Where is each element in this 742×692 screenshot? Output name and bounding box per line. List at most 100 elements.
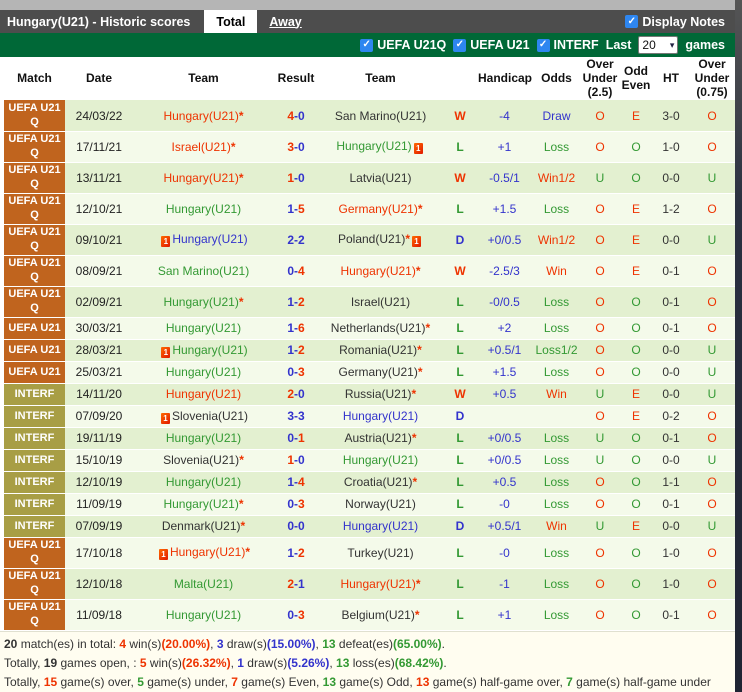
odds-result-cell <box>532 405 581 428</box>
score-cell: 2-0 <box>274 383 318 406</box>
away-team-cell: Hungary(U21) <box>318 449 443 472</box>
over-under-075-cell: U <box>689 515 735 538</box>
table-row: INTERF 15/10/19 Slovenia(U21)* 1-0 Hungary(U… <box>4 449 735 472</box>
handicap-cell: +2 <box>477 317 532 340</box>
home-score: 2 <box>287 387 294 402</box>
away-score: 3 <box>298 497 305 512</box>
odds-result-cell: Win <box>532 255 581 287</box>
home-team-cell: 1 Hungary(U21)* <box>133 537 274 569</box>
match-type-cell: INTERF <box>4 471 65 494</box>
result-letter-cell: L <box>443 599 477 631</box>
result-letter-cell: D <box>443 515 477 538</box>
red-card-icon: 1 <box>161 236 171 248</box>
date-cell: 15/10/19 <box>65 449 133 472</box>
date-cell: 12/10/19 <box>65 471 133 494</box>
over-under-075-cell: O <box>689 193 735 225</box>
handicap-cell: +0.5/1 <box>477 339 532 362</box>
tab-total[interactable]: Total <box>204 10 258 33</box>
away-team-cell: Romania(U21)* <box>318 339 443 362</box>
score-cell: 0-1 <box>274 427 318 450</box>
date-cell: 08/09/21 <box>65 255 133 287</box>
home-score: 0 <box>287 365 294 380</box>
table-row: UEFA U21 Q 11/09/18 Hungary(U21) 0-3 Belgium… <box>4 599 735 631</box>
games-label: games <box>685 38 725 52</box>
summary-segment: . <box>441 636 445 651</box>
home-team-cell: Hungary(U21) <box>133 427 274 450</box>
interf-checkbox-icon[interactable]: ✓ <box>536 38 550 52</box>
odds-result-cell: Loss <box>532 471 581 494</box>
over-under-075-cell: O <box>689 100 735 132</box>
score-cell: 0-4 <box>274 255 318 287</box>
half-time-score-cell: 0-0 <box>653 339 689 362</box>
home-score: 1 <box>287 201 294 216</box>
team-star: * <box>414 607 420 622</box>
table-row: INTERF 12/10/19 Hungary(U21) 1-4 Croatia(U21… <box>4 471 735 494</box>
over-under-075-cell: O <box>689 405 735 428</box>
odd-even-cell: E <box>619 405 653 428</box>
home-team-cell: San Marino(U21) <box>133 255 274 287</box>
uefa-u21-checkbox-icon[interactable]: ✓ <box>453 38 467 52</box>
over-under-075-cell: O <box>689 537 735 569</box>
last-games-select[interactable]: 20 ▾ <box>638 36 679 54</box>
odd-even-cell: O <box>619 493 653 516</box>
team-name: Hungary(U21) <box>169 545 246 560</box>
match-type-cell: UEFA U21 <box>4 317 65 340</box>
match-type-cell: UEFA U21 Q <box>4 193 65 225</box>
score-cell: 1-2 <box>274 339 318 362</box>
odd-even-cell: E <box>619 193 653 225</box>
tab-away[interactable]: Away <box>257 10 313 33</box>
uefa-u21q-checkbox-icon[interactable]: ✓ <box>360 38 374 52</box>
team-star: * <box>412 475 418 490</box>
table-row: UEFA U21 Q 12/10/21 Hungary(U21) 1-5 Germany… <box>4 193 735 225</box>
over-under-075-cell: O <box>689 131 735 163</box>
match-type-cell: UEFA U21 Q <box>4 131 65 163</box>
odds-result-cell: Loss <box>532 427 581 450</box>
home-team-cell: Malta(U21) <box>133 568 274 600</box>
handicap-cell: -2.5/3 <box>477 255 532 287</box>
match-type-cell: UEFA U21 Q <box>4 568 65 600</box>
odds-result-cell: Loss <box>532 449 581 472</box>
half-time-score-cell: 0-0 <box>653 383 689 406</box>
team-name: Romania(U21) <box>339 343 418 358</box>
half-time-score-cell: 0-1 <box>653 286 689 318</box>
home-score: 1 <box>287 343 294 358</box>
score-cell: 3-0 <box>274 131 318 163</box>
team-star: * <box>239 453 244 468</box>
half-time-score-cell: 0-1 <box>653 493 689 516</box>
handicap-cell <box>477 405 532 428</box>
table-row: INTERF 11/09/19 Hungary(U21)* 0-3 Norway(U21… <box>4 493 735 516</box>
team-name: Germany(U21) <box>338 201 418 216</box>
display-notes-toggle: ✓ Display Notes <box>625 10 735 33</box>
over-under-075-cell: O <box>689 255 735 287</box>
team-name: Israel(U21) <box>350 294 411 309</box>
team-name: Hungary(U21) <box>163 108 239 123</box>
display-notes-checkbox-icon[interactable]: ✓ <box>625 15 639 28</box>
summary-line: Totally, 19 games open, : 5 win(s)(26.32… <box>4 654 735 673</box>
score-cell: 3-3 <box>274 405 318 428</box>
half-time-score-cell: 1-0 <box>653 537 689 569</box>
team-name: Hungary(U21) <box>165 365 242 380</box>
home-team-cell: Israel(U21)* <box>133 131 274 163</box>
score-cell: 1-4 <box>274 471 318 494</box>
half-time-score-cell: 0-1 <box>653 599 689 631</box>
half-time-score-cell: 0-1 <box>653 255 689 287</box>
handicap-cell: -1 <box>477 568 532 600</box>
odd-even-cell: O <box>619 471 653 494</box>
summary-segment: game(s) over, <box>57 674 138 689</box>
handicap-cell: -0 <box>477 537 532 569</box>
half-time-score-cell: 1-2 <box>653 193 689 225</box>
home-team-cell: Hungary(U21) <box>133 193 274 225</box>
away-score: 2 <box>298 343 305 358</box>
summary-segment: 7 <box>566 674 573 689</box>
over-under-25-cell: O <box>581 193 619 225</box>
match-type-cell: UEFA U21 Q <box>4 255 65 287</box>
half-time-score-cell: 0-0 <box>653 449 689 472</box>
over-under-25-cell: U <box>581 515 619 538</box>
away-score: 1 <box>298 431 305 446</box>
team-name: Hungary(U21) <box>340 263 416 278</box>
date-cell: 28/03/21 <box>65 339 133 362</box>
away-score: 5 <box>298 201 305 216</box>
score-cell: 0-3 <box>274 493 318 516</box>
over-under-25-cell: U <box>581 383 619 406</box>
result-letter-cell: L <box>443 193 477 225</box>
